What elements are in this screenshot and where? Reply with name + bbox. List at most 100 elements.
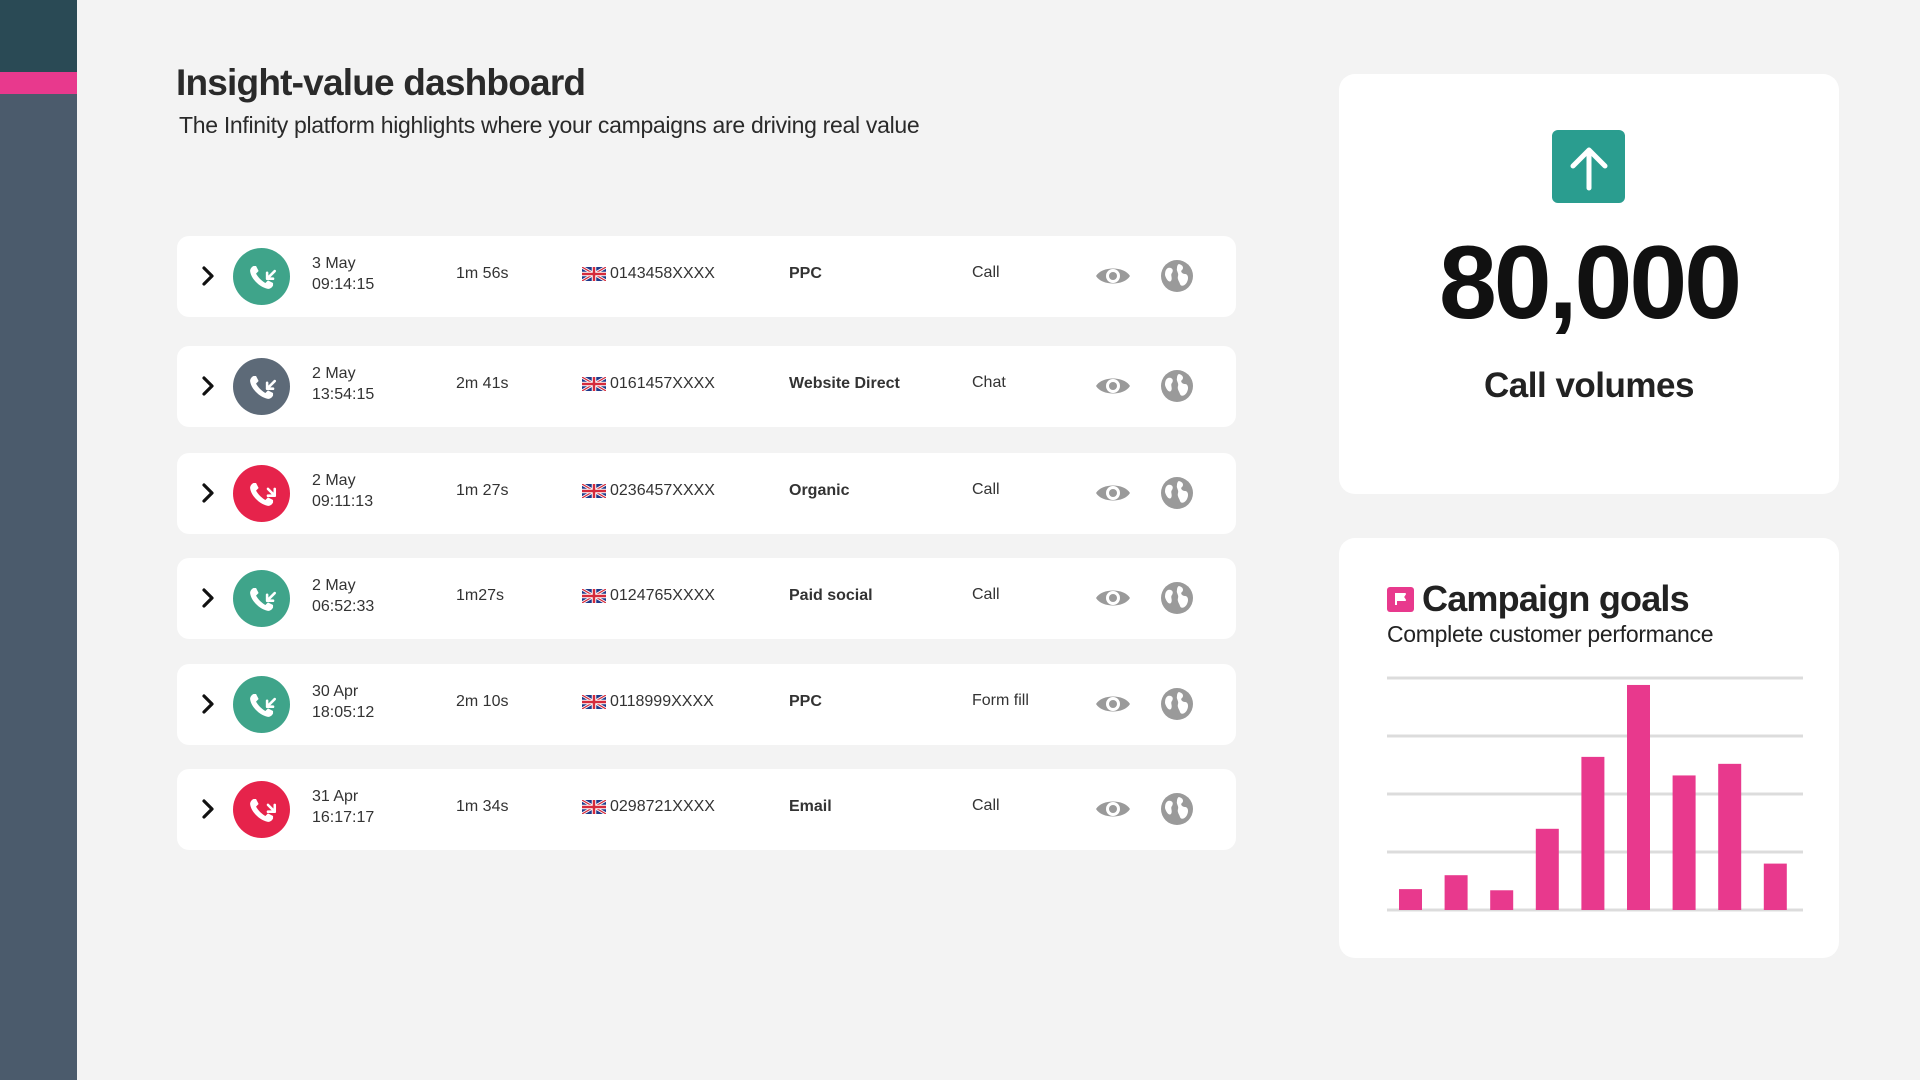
- eye-icon[interactable]: [1094, 371, 1132, 401]
- call-time: 09:14:15: [312, 276, 375, 293]
- globe-icon[interactable]: [1160, 581, 1194, 615]
- call-number: 0161457XXXX: [582, 375, 715, 393]
- chart-bar-9: [1763, 863, 1787, 910]
- call-number-text: 0143458XXXX: [610, 265, 715, 282]
- call-number-text: 0298721XXXX: [610, 798, 715, 815]
- call-time: 06:52:33: [312, 598, 375, 615]
- call-row[interactable]: 2 May 06:52:33 1m27s 0124765XXXX Paid so…: [177, 558, 1236, 639]
- call-date: 3 May: [312, 255, 356, 272]
- globe-icon[interactable]: [1160, 369, 1194, 403]
- header: Insight-value dashboard The Infinity pla…: [176, 62, 920, 139]
- page-subtitle: The Infinity platform highlights where y…: [179, 112, 920, 138]
- chart-bar-2: [1444, 875, 1468, 910]
- call-type: Call: [972, 264, 1000, 281]
- call-number: 0118999XXXX: [582, 693, 714, 711]
- kpi-label: Call volumes: [1484, 366, 1694, 405]
- call-duration: 1m 34s: [456, 798, 509, 815]
- sidebar: [0, 0, 77, 1080]
- chart-bar-5: [1581, 756, 1605, 910]
- chevron-right-icon[interactable]: [195, 480, 221, 506]
- chevron-right-icon[interactable]: [195, 691, 221, 717]
- globe-icon[interactable]: [1160, 259, 1194, 293]
- call-time: 16:17:17: [312, 809, 375, 826]
- call-source: PPC: [789, 265, 822, 282]
- page-title: Insight-value dashboard: [176, 62, 586, 103]
- call-type: Chat: [972, 374, 1006, 391]
- eye-icon[interactable]: [1094, 261, 1132, 291]
- goals-subtitle: Complete customer performance: [1387, 621, 1714, 647]
- call-number-text: 0161457XXXX: [610, 375, 715, 392]
- campaign-goals-card: Campaign goals Complete customer perform…: [1339, 538, 1839, 958]
- call-time: 18:05:12: [312, 704, 375, 721]
- flag-icon: [1387, 586, 1414, 612]
- uk-flag-icon: [582, 589, 606, 603]
- call-datetime: 2 May 09:11:13: [312, 470, 373, 512]
- phone-incoming-icon: [233, 248, 290, 305]
- kpi-card: 80,000 Call volumes: [1339, 74, 1839, 494]
- call-time: 13:54:15: [312, 386, 375, 403]
- phone-incoming-icon: [233, 358, 290, 415]
- phone-incoming-icon: [233, 676, 290, 733]
- call-time: 09:11:13: [312, 493, 374, 510]
- call-row[interactable]: 31 Apr 16:17:17 1m 34s 0298721XXXX Email…: [177, 769, 1236, 850]
- call-type: Call: [972, 481, 1000, 498]
- call-row[interactable]: 3 May 09:14:15 1m 56s 0143458XXXX PPC Ca…: [177, 236, 1236, 317]
- call-type: Call: [972, 586, 1000, 603]
- call-datetime: 3 May 09:14:15: [312, 253, 374, 295]
- call-source: Website Direct: [789, 375, 900, 392]
- chart-bar-1: [1399, 889, 1422, 910]
- uk-flag-icon: [582, 267, 606, 281]
- call-date: 2 May: [312, 577, 356, 594]
- call-source: Email: [789, 798, 832, 815]
- globe-icon[interactable]: [1160, 687, 1194, 721]
- call-duration: 2m 41s: [456, 375, 509, 392]
- chart-bar-3: [1490, 890, 1514, 910]
- chart-bar-8: [1718, 763, 1742, 910]
- call-number: 0236457XXXX: [582, 482, 715, 500]
- chevron-right-icon[interactable]: [195, 796, 221, 822]
- call-number: 0124765XXXX: [582, 587, 715, 605]
- call-date: 2 May: [312, 472, 356, 489]
- chart-bar-7: [1672, 775, 1696, 910]
- chevron-right-icon[interactable]: [195, 585, 221, 611]
- call-number: 0143458XXXX: [582, 265, 715, 283]
- phone-missed-icon: [233, 781, 290, 838]
- goals-title: Campaign goals: [1422, 578, 1690, 619]
- call-number-text: 0118999XXXX: [610, 693, 714, 710]
- chevron-right-icon[interactable]: [195, 373, 221, 399]
- sidebar-top-block: [0, 0, 77, 72]
- arrow-up-icon: [1552, 130, 1625, 203]
- call-number-text: 0124765XXXX: [610, 587, 715, 604]
- call-datetime: 30 Apr 18:05:12: [312, 681, 374, 723]
- chevron-right-icon[interactable]: [195, 263, 221, 289]
- call-source: Organic: [789, 482, 850, 499]
- chart-bar-6: [1627, 684, 1650, 910]
- call-duration: 1m 56s: [456, 265, 509, 282]
- call-row[interactable]: 2 May 13:54:15 2m 41s 0161457XXXX Websit…: [177, 346, 1236, 427]
- call-date: 30 Apr: [312, 683, 359, 700]
- globe-icon[interactable]: [1160, 792, 1194, 826]
- eye-icon[interactable]: [1094, 689, 1132, 719]
- uk-flag-icon: [582, 800, 606, 814]
- chart-bar-4: [1535, 828, 1559, 910]
- globe-icon[interactable]: [1160, 476, 1194, 510]
- call-row[interactable]: 2 May 09:11:13 1m 27s 0236457XXXX Organi…: [177, 453, 1236, 534]
- eye-icon[interactable]: [1094, 583, 1132, 613]
- call-datetime: 2 May 06:52:33: [312, 575, 374, 617]
- eye-icon[interactable]: [1094, 794, 1132, 824]
- call-duration: 2m 10s: [456, 693, 509, 710]
- call-type: Form fill: [972, 692, 1029, 709]
- campaign-goals-chart: [1387, 676, 1803, 912]
- call-number-text: 0236457XXXX: [610, 482, 715, 499]
- eye-icon[interactable]: [1094, 478, 1132, 508]
- call-duration: 1m27s: [456, 587, 505, 604]
- uk-flag-icon: [582, 377, 606, 391]
- uk-flag-icon: [582, 484, 606, 498]
- uk-flag-icon: [582, 695, 606, 709]
- call-row[interactable]: 30 Apr 18:05:12 2m 10s 0118999XXXX PPC F…: [177, 664, 1236, 745]
- sidebar-accent-bar: [0, 72, 77, 94]
- call-date: 31 Apr: [312, 788, 359, 805]
- call-date: 2 May: [312, 365, 356, 382]
- goals-title-row: Campaign goals: [1387, 578, 1690, 620]
- call-number: 0298721XXXX: [582, 798, 715, 816]
